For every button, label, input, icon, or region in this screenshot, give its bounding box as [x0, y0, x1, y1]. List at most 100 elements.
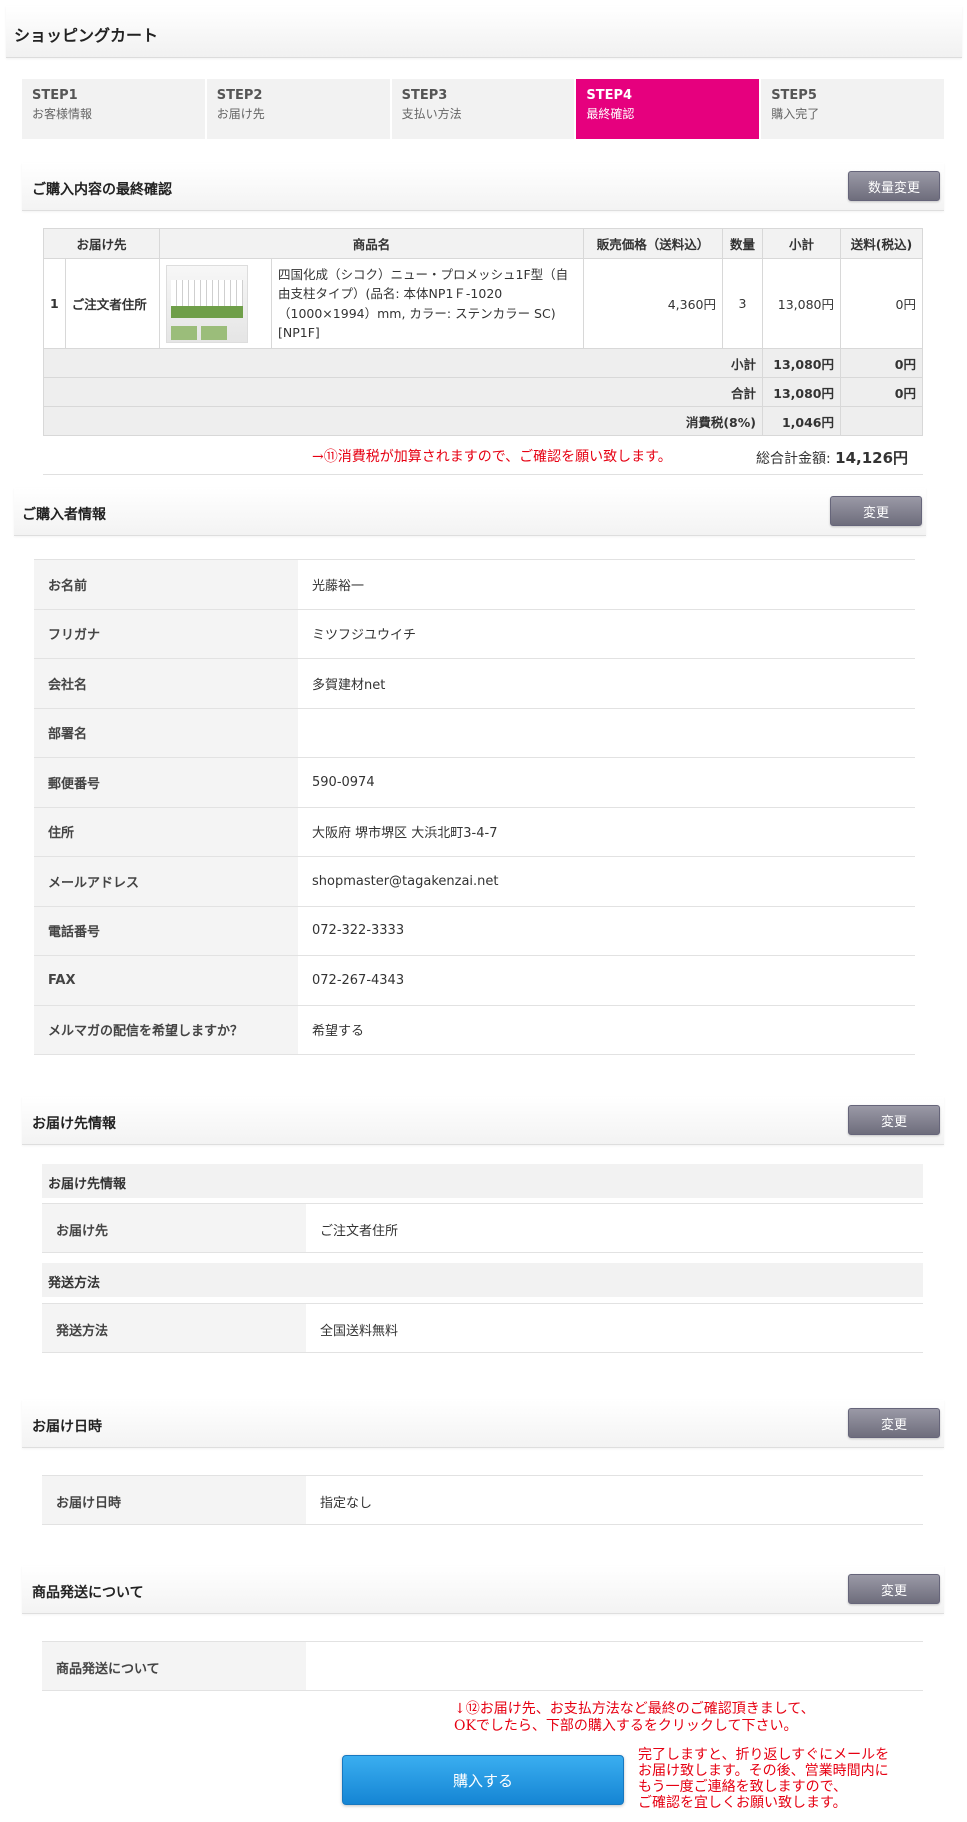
completion-notice-line: もう一度ご連絡を致しますので、 [638, 1779, 848, 1796]
field-value [306, 1642, 923, 1690]
completion-notice-line: お届け致します。その後、営業時間内に [638, 1763, 889, 1780]
field-value: shopmaster@tagakenzai.net [298, 856, 915, 907]
field-value: 大阪府 堺市堺区 大浜北町3-4-7 [298, 807, 915, 857]
checkout-steps: STEP1 お客様情報 STEP2 お届け先 STEP3 支払い方法 STEP4… [22, 79, 944, 139]
table-row: お名前 光藤裕一 [34, 559, 915, 610]
purchase-button[interactable]: 購入する [342, 1755, 624, 1805]
completion-notice: 完了しますと、折り返しすぐにメールを お届け致します。その後、営業時間内に もう… [638, 1747, 889, 1811]
subtotal-shipping: 0円 [840, 348, 923, 378]
fence-image [171, 279, 243, 308]
step-label: 購入完了 [771, 107, 820, 121]
field-label: お名前 [34, 559, 298, 610]
step-5: STEP5 購入完了 [761, 79, 944, 139]
tax-row: 消費税(8%) 1,046円 [43, 406, 923, 436]
col-shipping: 送料(税込) [840, 228, 923, 259]
field-label: 発送方法 [42, 1304, 306, 1352]
field-value: ミツフジユウイチ [298, 609, 915, 659]
item-destination: ご注文者住所 [64, 258, 161, 349]
completion-notice-line: ご確認を宜しくお願い致します。 [638, 1795, 847, 1812]
divider [43, 474, 923, 475]
item-qty: 3 [722, 258, 763, 349]
table-row: 1 ご注文者住所 四国化成（シコク）ニュー・プロメッシュ1F型（自由支柱タイプ）… [43, 258, 923, 349]
shipping-method-subheading: 発送方法 [42, 1263, 923, 1297]
shipping-note-section-title: 商品発送について [32, 1585, 144, 1601]
order-section-title: ご購入内容の最終確認 [32, 182, 172, 198]
total-value: 13,080円 [762, 377, 841, 407]
completion-notice-line: 完了しますと、折り返しすぐにメールを [638, 1747, 890, 1763]
subtotal-value: 13,080円 [762, 348, 841, 378]
table-row: メールアドレス shopmaster@tagakenzai.net [34, 856, 915, 907]
table-row: 電話番号 072-322-3333 [34, 906, 915, 956]
step-label: 最終確認 [586, 107, 635, 121]
field-label: 商品発送について [42, 1642, 306, 1690]
delivery-section-title: お届け先情報 [32, 1116, 116, 1132]
tax-notice: →⑪消費税が加算されますので、ご確認を願い致します。 [312, 449, 672, 465]
field-label: お届け先 [42, 1204, 306, 1252]
item-subtotal: 13,080円 [762, 258, 841, 349]
field-value: 072-322-3333 [298, 906, 915, 956]
step-number: STEP3 [401, 88, 448, 103]
table-row: 部署名 [34, 708, 915, 758]
final-notice-line: ↓⑫お届け先、お支払方法など最終のご確認頂きまして、 [454, 1701, 815, 1717]
step-3: STEP3 支払い方法 [391, 79, 575, 139]
item-index: 1 [43, 258, 66, 349]
table-row: 郵便番号 590-0974 [34, 757, 915, 808]
delivery-destination-row: お届け先 ご注文者住所 [42, 1203, 923, 1253]
field-value: 072-267-4343 [298, 955, 915, 1006]
field-value: 590-0974 [298, 757, 915, 808]
step-number: STEP5 [771, 88, 817, 103]
table-row: メルマガの配信を希望しますか？ 希望する [34, 1005, 915, 1055]
final-notice: ↓⑫お届け先、お支払方法など最終のご確認頂きまして、 OKでしたら、下部の購入す… [454, 1701, 815, 1735]
change-buyer-button[interactable]: 変更 [830, 496, 922, 526]
buyer-section-title: ご購入者情報 [22, 507, 106, 523]
field-value: 多賀建材net [298, 658, 915, 709]
step-2: STEP2 お届け先 [206, 79, 390, 139]
product-thumbnail[interactable] [166, 264, 248, 343]
field-value: 光藤裕一 [298, 559, 915, 610]
total-shipping: 0円 [840, 377, 923, 407]
col-price: 販売価格（送料込） [583, 228, 723, 259]
col-qty: 数量 [722, 228, 763, 259]
grand-total-value: 14,126円 [835, 449, 909, 467]
thumb-image [171, 325, 197, 340]
order-section-header: ご購入内容の最終確認 数量変更 [22, 163, 944, 211]
change-delivery-button[interactable]: 変更 [848, 1105, 940, 1135]
field-value [298, 708, 915, 758]
step-label: お届け先 [216, 107, 265, 121]
field-value: ご注文者住所 [320, 1224, 399, 1239]
grand-total: 総合計金額: 14,126円 [756, 447, 908, 468]
change-quantity-button[interactable]: 数量変更 [848, 171, 940, 201]
thumb-image [201, 325, 227, 340]
item-price: 4,360円 [583, 258, 723, 349]
buyer-info-table: お名前 光藤裕一 フリガナ ミツフジユウイチ 会社名 多賀建材net 部署名 郵便番号… [34, 559, 915, 1055]
page-header: ショッピングカート [6, 6, 962, 58]
change-shipping-note-button[interactable]: 変更 [848, 1574, 940, 1604]
shipping-note-section-header: 商品発送について 変更 [22, 1566, 944, 1614]
total-row: 合計 13,080円 0円 [43, 377, 923, 407]
shipping-method-row: 発送方法 全国送料無料 [42, 1303, 923, 1353]
order-table: お届け先 商品名 販売価格（送料込） 数量 小計 送料(税込) 1 ご注文者住所… [43, 228, 923, 436]
field-label: 住所 [34, 807, 298, 857]
field-label: フリガナ [34, 609, 298, 659]
shipping-note-row: 商品発送について [42, 1641, 923, 1691]
tax-value: 1,046円 [762, 406, 841, 436]
subtotal-label: 小計 [43, 348, 763, 378]
table-row: FAX 072-267-4343 [34, 955, 915, 1006]
field-label: お届け日時 [42, 1476, 306, 1524]
delivery-section-header: お届け先情報 変更 [22, 1097, 944, 1145]
field-label: 部署名 [34, 708, 298, 758]
col-destination: お届け先 [43, 228, 160, 259]
field-value: 全国送料無料 [320, 1324, 399, 1339]
datetime-section-header: お届け日時 変更 [22, 1400, 944, 1448]
step-label: お客様情報 [32, 107, 93, 121]
step-number: STEP4 [586, 88, 633, 103]
final-notice-line: OKでしたら、下部の購入するをクリックして下さい。 [454, 1717, 798, 1734]
datetime-section-title: お届け日時 [32, 1419, 102, 1435]
field-label: FAX [34, 955, 298, 1006]
field-label: メルマガの配信を希望しますか？ [34, 1005, 298, 1055]
buyer-section-header: ご購入者情報 変更 [14, 488, 926, 536]
field-label: 郵便番号 [34, 757, 298, 808]
change-datetime-button[interactable]: 変更 [848, 1408, 940, 1438]
page-title: ショッピングカート [14, 26, 159, 45]
step-4-active: STEP4 最終確認 [576, 79, 760, 139]
